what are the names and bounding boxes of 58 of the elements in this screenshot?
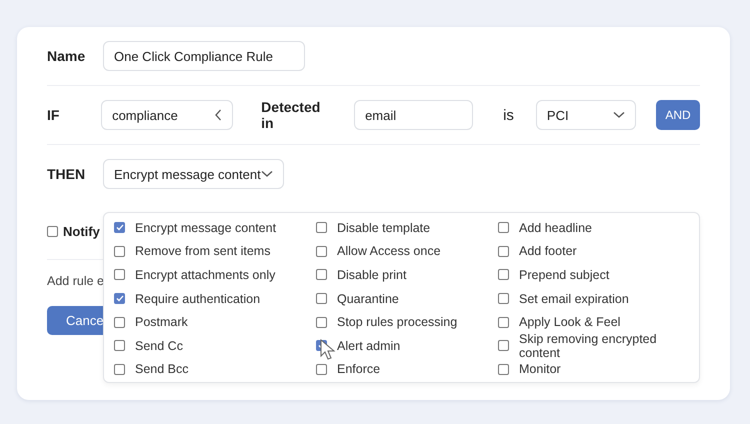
checkbox[interactable]	[114, 246, 125, 257]
checkbox[interactable]	[498, 222, 509, 234]
checkbox[interactable]	[498, 316, 509, 328]
checkbox[interactable]	[316, 246, 327, 257]
checkbox[interactable]	[498, 269, 509, 280]
option-label[interactable]: Prepend subject	[519, 268, 610, 282]
option-label[interactable]: Skip removing encrypted content	[519, 332, 699, 360]
option-label[interactable]: Remove from sent items	[135, 244, 270, 258]
option-label[interactable]: Set email expiration	[519, 292, 629, 306]
pointer-cursor-icon	[320, 338, 336, 361]
option-label[interactable]: Monitor	[519, 362, 561, 376]
name-label: Name	[47, 48, 86, 64]
type-select[interactable]: PCI	[536, 100, 636, 130]
checkbox[interactable]	[114, 364, 125, 375]
checkbox[interactable]	[316, 364, 327, 375]
action-select[interactable]: Encrypt message content	[103, 159, 284, 189]
condition-select[interactable]: compliance	[101, 100, 234, 130]
option-label[interactable]: Encrypt attachments only	[135, 268, 276, 282]
detected-in-label: Detected in	[261, 99, 322, 131]
option-label[interactable]: Send Bcc	[135, 362, 189, 376]
option-label[interactable]: Encrypt message content	[135, 220, 276, 235]
add-exception-link[interactable]: Add rule e	[47, 274, 104, 288]
checkbox[interactable]	[498, 293, 509, 304]
chevron-down-icon	[261, 170, 273, 178]
checkbox[interactable]	[47, 226, 58, 236]
option-label[interactable]: Add footer	[519, 244, 577, 258]
checkbox[interactable]	[316, 316, 327, 328]
then-label: THEN	[47, 166, 86, 182]
checkbox[interactable]	[114, 293, 125, 304]
if-label: IF	[47, 107, 60, 123]
option-label[interactable]: Allow Access once	[337, 244, 441, 258]
checkbox[interactable]	[114, 316, 125, 328]
notify-label: Notify	[63, 224, 100, 238]
checkbox[interactable]	[316, 269, 327, 280]
option-label[interactable]: Alert admin	[337, 338, 400, 353]
option-label[interactable]: Quarantine	[337, 292, 399, 306]
name-input[interactable]: One Click Compliance Rule	[103, 41, 305, 71]
detected-in-input[interactable]: email	[354, 100, 474, 130]
option-label[interactable]: Enforce	[337, 362, 380, 376]
chevron-left-icon	[214, 109, 222, 121]
option-label[interactable]: Require authentication	[135, 292, 260, 306]
checkbox[interactable]	[114, 222, 125, 234]
checkbox[interactable]	[316, 293, 327, 304]
option-label[interactable]: Stop rules processing	[337, 315, 458, 330]
chevron-down-icon	[613, 111, 626, 119]
checkbox[interactable]	[114, 340, 125, 352]
option-label[interactable]: Apply Look & Feel	[519, 315, 620, 330]
option-label[interactable]: Send Cc	[135, 338, 183, 353]
is-label: is	[503, 106, 514, 124]
checkbox[interactable]	[114, 269, 125, 280]
checkbox[interactable]	[316, 222, 327, 234]
option-label[interactable]: Disable template	[337, 220, 430, 235]
checkbox[interactable]	[498, 340, 509, 352]
checkbox[interactable]	[498, 246, 509, 257]
option-label[interactable]: Disable print	[337, 268, 406, 282]
and-button[interactable]: AND	[656, 100, 700, 130]
checkbox[interactable]	[498, 364, 509, 375]
option-label[interactable]: Add headline	[519, 220, 592, 235]
